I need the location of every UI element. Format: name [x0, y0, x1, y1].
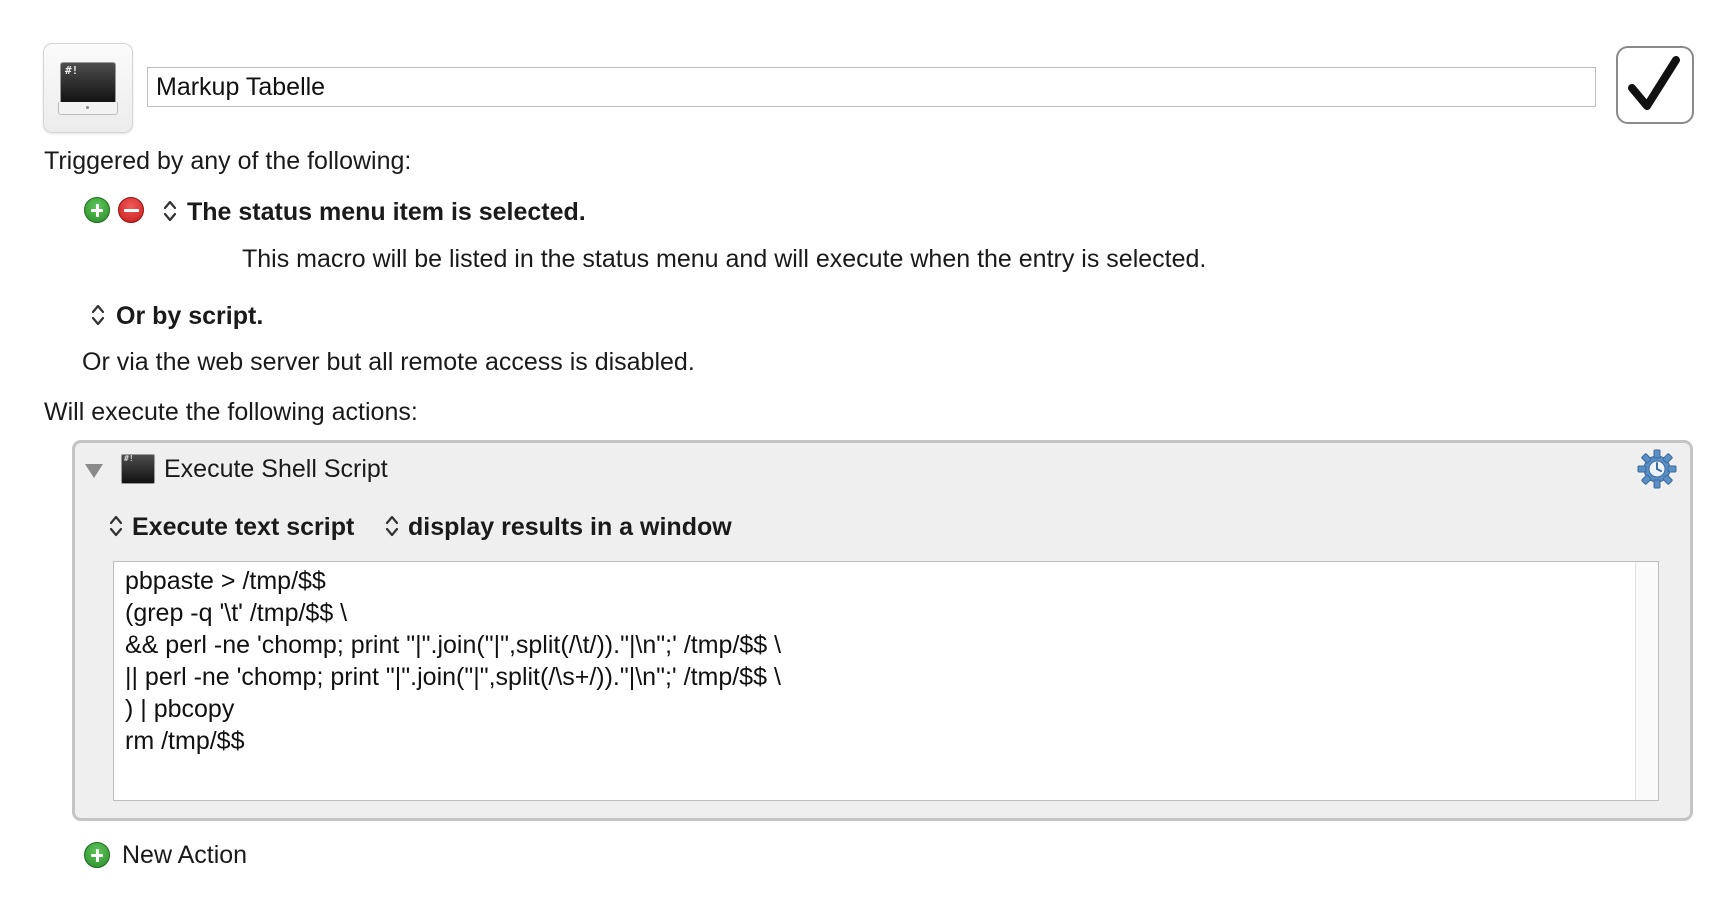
macro-enabled-checkbox[interactable] [1616, 46, 1694, 124]
add-trigger-button[interactable] [84, 197, 110, 223]
action-shebang-glyph: #! [124, 454, 134, 463]
actions-heading: Will execute the following actions: [44, 398, 418, 426]
script-trigger-updown-icon[interactable] [91, 303, 105, 327]
web-server-text: Or via the web server but all remote acc… [82, 348, 695, 376]
action-execute-shell-script[interactable]: #! Execute Shell Script Execute text scr… [72, 440, 1693, 821]
terminal-stand [58, 102, 118, 115]
disclosure-triangle-icon[interactable] [85, 464, 103, 478]
script-trigger-label[interactable]: Or by script. [116, 302, 263, 331]
script-line: && perl -ne 'chomp; print "|".join("|",s… [125, 631, 782, 659]
macro-name-field[interactable] [147, 67, 1596, 107]
script-line: pbpaste > /tmp/$$ [125, 567, 326, 595]
gear-icon[interactable] [1637, 449, 1677, 489]
remove-trigger-button[interactable] [118, 197, 144, 223]
macro-icon-well[interactable]: #! [43, 43, 133, 133]
terminal-shebang-icon: #! [60, 62, 116, 104]
status-trigger-label[interactable]: The status menu item is selected. [187, 198, 586, 227]
triggers-heading: Triggered by any of the following: [44, 147, 412, 175]
terminal-shebang-icon: #! [121, 454, 155, 484]
new-action-button[interactable]: New Action [122, 841, 247, 870]
script-line: (grep -q '\t' /tmp/$$ \ [125, 599, 348, 627]
result-mode-popup[interactable]: display results in a window [408, 513, 732, 542]
script-mode-updown-icon[interactable] [109, 514, 123, 538]
script-line: ) | pbcopy [125, 695, 235, 723]
script-scrollbar[interactable] [1635, 562, 1658, 800]
script-mode-popup[interactable]: Execute text script [132, 513, 354, 542]
script-line: || perl -ne 'chomp; print "|".join("|",s… [125, 663, 781, 691]
new-action-button-icon[interactable] [84, 842, 110, 868]
macro-editor: #! Triggered by any of the following: Th… [0, 0, 1730, 906]
status-trigger-description: This macro will be listed in the status … [242, 245, 1207, 273]
checkmark-icon [1628, 56, 1680, 110]
trigger-type-updown-icon[interactable] [163, 199, 177, 223]
script-text-area[interactable]: pbpaste > /tmp/$$ (grep -q '\t' /tmp/$$ … [113, 561, 1659, 801]
script-line: rm /tmp/$$ [125, 727, 245, 755]
shebang-glyph: #! [65, 64, 79, 77]
action-title: Execute Shell Script [164, 455, 388, 483]
result-mode-updown-icon[interactable] [385, 514, 399, 538]
